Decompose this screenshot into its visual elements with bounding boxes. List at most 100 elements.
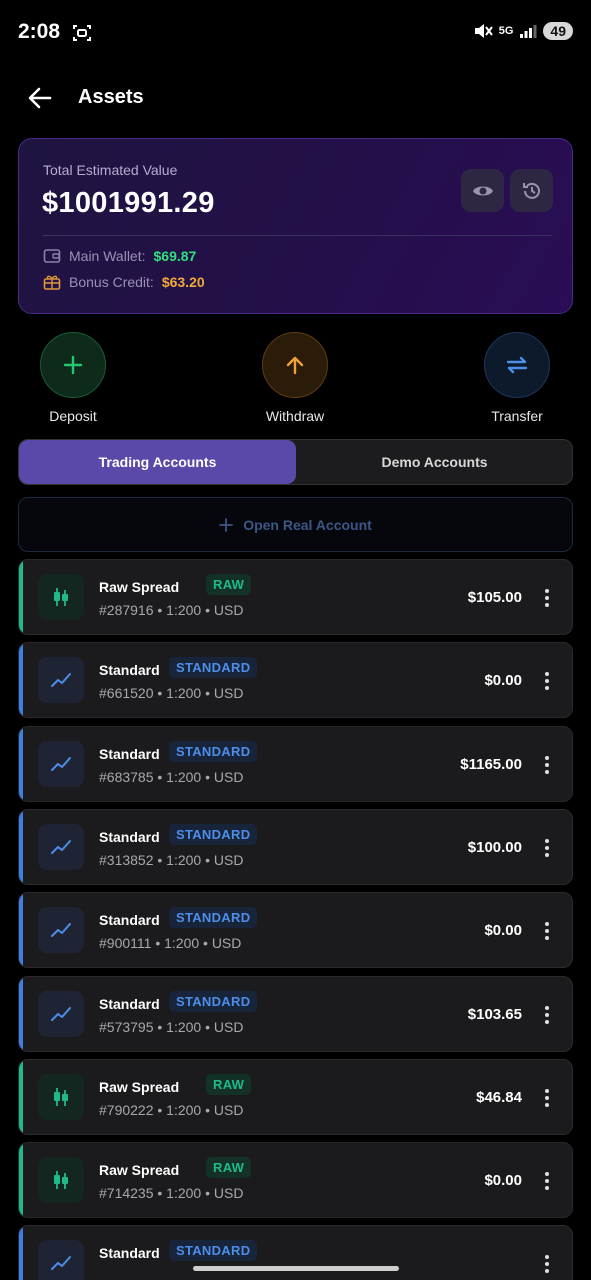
card-divider	[43, 235, 552, 236]
more-options-icon[interactable]	[540, 751, 554, 779]
total-value-amount: $1001991.29	[42, 187, 215, 219]
account-type-icon	[38, 574, 84, 620]
account-card[interactable]: Raw Spread RAW #714235 • 1:200 • USD $0.00	[18, 1142, 573, 1218]
plus-icon	[219, 517, 234, 532]
page-title: Assets	[78, 86, 144, 108]
back-arrow-icon[interactable]	[26, 84, 54, 112]
account-type-icon	[38, 991, 84, 1037]
account-type-stripe	[19, 977, 23, 1051]
account-card[interactable]: Standard STANDARD #900111 • 1:200 • USD $0.…	[18, 892, 573, 968]
trend-line-icon	[51, 673, 71, 687]
account-type-stripe	[19, 727, 23, 801]
account-card[interactable]: Raw Spread RAW #790222 • 1:200 • USD $46.84	[18, 1059, 573, 1135]
transfer-action[interactable]: Transfer	[457, 332, 577, 424]
history-button[interactable]	[510, 169, 553, 212]
account-type-stripe	[19, 1060, 23, 1134]
account-card[interactable]: Standard STANDARD #661520 • 1:200 • USD $0.…	[18, 642, 573, 718]
tab-demo-accounts[interactable]: Demo Accounts	[296, 440, 572, 484]
account-type-badge: STANDARD	[169, 907, 258, 928]
account-card[interactable]: Standard STANDARD #573795 • 1:200 • USD $10…	[18, 976, 573, 1052]
account-type-badge: RAW	[206, 1074, 252, 1095]
status-icons: 5G 49	[473, 22, 573, 40]
account-balance: $0.00	[484, 1172, 522, 1189]
account-type-icon	[38, 1074, 84, 1120]
more-options-icon[interactable]	[540, 917, 554, 945]
more-options-icon[interactable]	[540, 1167, 554, 1195]
account-card[interactable]: Standard STANDARD	[18, 1225, 573, 1280]
arrow-up-icon	[286, 356, 304, 375]
account-meta: #313852 • 1:200 • USD	[99, 852, 244, 868]
transfer-label: Transfer	[491, 408, 543, 424]
gift-icon	[43, 275, 61, 290]
account-name: Standard	[99, 746, 160, 762]
battery-indicator: 49	[543, 22, 573, 40]
candlestick-icon	[54, 1171, 68, 1189]
account-type-badge: STANDARD	[169, 1240, 258, 1261]
open-real-account-button[interactable]: Open Real Account	[18, 497, 573, 552]
deposit-label: Deposit	[49, 408, 97, 424]
withdraw-button[interactable]	[262, 332, 328, 398]
screenshot-icon	[73, 25, 91, 41]
account-card[interactable]: Raw Spread RAW #287916 • 1:200 • USD $105.0…	[18, 559, 573, 635]
account-type-badge: STANDARD	[169, 741, 258, 762]
open-real-account-label: Open Real Account	[243, 516, 372, 533]
account-meta: #573795 • 1:200 • USD	[99, 1019, 244, 1035]
account-type-icon	[38, 657, 84, 703]
account-name: Standard	[99, 662, 160, 678]
tab-trading-accounts[interactable]: Trading Accounts	[19, 440, 296, 484]
account-name: Standard	[99, 1245, 160, 1261]
more-options-icon[interactable]	[540, 1001, 554, 1029]
account-meta: #900111 • 1:200 • USD	[99, 935, 242, 951]
eye-icon	[472, 186, 493, 195]
main-wallet-row: Main Wallet: $69.87	[43, 248, 196, 264]
bonus-credit-row: Bonus Credit: $63.20	[43, 274, 205, 290]
account-balance: $105.00	[467, 589, 522, 606]
account-type-icon	[38, 1157, 84, 1203]
account-meta: #790222 • 1:200 • USD	[99, 1102, 244, 1118]
history-icon	[522, 182, 540, 199]
candlestick-icon	[54, 1088, 68, 1106]
account-type-stripe	[19, 810, 23, 884]
account-name: Raw Spread	[99, 1162, 180, 1178]
account-card[interactable]: Standard STANDARD #313852 • 1:200 • USD $10…	[18, 809, 573, 885]
account-meta: #683785 • 1:200 • USD	[99, 769, 244, 785]
bonus-credit-value: $63.20	[161, 274, 205, 290]
account-type-icon	[38, 907, 84, 953]
toggle-visibility-button[interactable]	[461, 169, 504, 212]
app-header: Assets	[0, 80, 591, 116]
candlestick-icon	[54, 588, 68, 606]
account-balance: $1165.00	[460, 756, 522, 773]
more-options-icon[interactable]	[540, 667, 554, 695]
account-type-stripe	[19, 1226, 23, 1280]
main-wallet-label: Main Wallet:	[69, 248, 146, 264]
more-options-icon[interactable]	[540, 1250, 554, 1278]
more-options-icon[interactable]	[540, 584, 554, 612]
withdraw-action[interactable]: Withdraw	[235, 332, 355, 424]
signal-icon	[520, 25, 537, 38]
account-type-badge: RAW	[206, 574, 252, 595]
account-card[interactable]: Standard STANDARD #683785 • 1:200 • USD $11…	[18, 726, 573, 802]
account-balance: $46.84	[476, 1089, 522, 1106]
account-name: Standard	[99, 829, 160, 845]
wallet-icon	[43, 249, 61, 263]
more-options-icon[interactable]	[540, 834, 554, 862]
account-type-stripe	[19, 560, 23, 634]
swap-arrows-icon	[506, 356, 528, 374]
main-wallet-value: $69.87	[153, 248, 197, 264]
account-meta: #661520 • 1:200 • USD	[99, 685, 244, 701]
account-type-icon	[38, 824, 84, 870]
account-balance: $103.65	[467, 1006, 522, 1023]
account-type-badge: STANDARD	[169, 824, 258, 845]
trend-line-icon	[51, 840, 71, 854]
account-meta: #714235 • 1:200 • USD	[99, 1185, 244, 1201]
account-type-badge: RAW	[206, 1157, 252, 1178]
total-value-card: Total Estimated Value $1001991.29 Main W…	[18, 138, 573, 314]
transfer-button[interactable]	[484, 332, 550, 398]
deposit-action[interactable]: Deposit	[13, 332, 133, 424]
total-value-label: Total Estimated Value	[43, 162, 178, 178]
account-meta: #287916 • 1:200 • USD	[99, 602, 244, 618]
more-options-icon[interactable]	[540, 1084, 554, 1112]
deposit-button[interactable]	[40, 332, 106, 398]
account-name: Raw Spread	[99, 579, 180, 595]
home-indicator[interactable]	[193, 1266, 399, 1271]
